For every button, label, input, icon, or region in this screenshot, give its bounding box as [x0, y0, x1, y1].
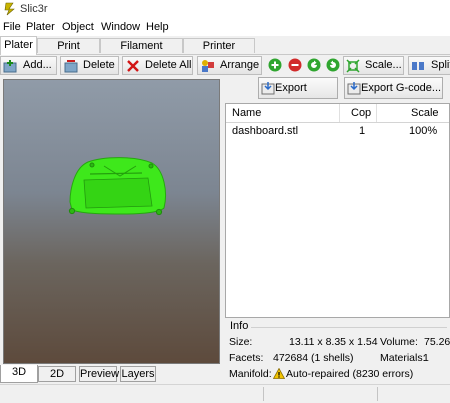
info-divider [251, 327, 447, 328]
plater-toolbar: Add... Delete Delete All Arrange Scale..… [0, 55, 450, 77]
arrange-label: Arrange [220, 59, 260, 71]
arrange-icon [202, 60, 214, 72]
materials-value: 1 [423, 352, 429, 364]
tab-plater[interactable]: Plater [0, 36, 37, 55]
model-mount-hole [155, 208, 163, 216]
main-tabs: Plater Print Settings Filament Settings … [0, 36, 450, 67]
slic3r-logo-icon [4, 2, 15, 16]
column-name[interactable]: Name [232, 107, 261, 119]
manifold-value: Auto-repaired (8230 errors) [286, 368, 414, 380]
volume-label: Volume: [380, 336, 418, 348]
info-panel: Info Size: 13.11 x 8.35 x 1.54 Volume: 7… [225, 318, 450, 384]
split-icon [412, 62, 424, 70]
warning-icon [273, 368, 285, 379]
tab-filament-settings[interactable]: Filament Settings [100, 38, 183, 67]
scale-icon [346, 59, 360, 73]
menu-window[interactable]: Window [101, 21, 140, 33]
export-gcode-button[interactable]: Export G-code... [344, 77, 443, 99]
split-label: Split [431, 59, 450, 71]
tab-3d[interactable]: 3D [0, 365, 38, 383]
increase-copies-icon[interactable] [268, 58, 282, 72]
list-item[interactable]: dashboard.stl 1 100% [226, 123, 449, 140]
menu-object[interactable]: Object [62, 21, 94, 33]
menu-bar: File Plater Object Window Help [0, 18, 450, 36]
delete-all-button[interactable]: Delete All [122, 56, 193, 75]
menu-file[interactable]: File [3, 21, 21, 33]
scale-label: Scale... [365, 59, 402, 71]
column-divider [376, 104, 377, 122]
column-copies[interactable]: Cop [351, 107, 371, 119]
status-bar [0, 384, 450, 403]
tab-2d[interactable]: 2D [38, 366, 76, 382]
menu-plater[interactable]: Plater [26, 21, 55, 33]
tab-layers[interactable]: Layers [120, 366, 156, 382]
size-value: 13.11 x 8.35 x 1.54 [289, 336, 378, 348]
arrange-button[interactable]: Arrange [197, 56, 262, 75]
status-divider [263, 387, 264, 401]
close-red-icon [127, 60, 139, 72]
manifold-label: Manifold: [229, 368, 272, 380]
add-icon [3, 60, 17, 73]
column-scale[interactable]: Scale [411, 107, 439, 119]
export-stl-icon [261, 82, 275, 95]
rotate-right-icon[interactable] [326, 58, 340, 72]
add-button[interactable]: Add... [0, 56, 57, 75]
object-list[interactable]: Name Cop Scale dashboard.stl 1 100% [225, 103, 450, 318]
object-list-header: Name Cop Scale [226, 104, 449, 123]
export-toolbar: Export STL... Export G-code... [224, 76, 450, 114]
object-copies: 1 [359, 125, 366, 137]
model-recess [83, 177, 153, 209]
tab-print-settings[interactable]: Print Settings [37, 38, 100, 67]
delete-object-icon [64, 60, 78, 73]
object-name: dashboard.stl [232, 125, 299, 137]
status-divider [377, 387, 378, 401]
3d-viewport[interactable] [3, 79, 220, 364]
volume-value: 75.26 [424, 336, 450, 348]
facets-label: Facets: [229, 352, 264, 364]
rotate-left-icon[interactable] [307, 58, 321, 72]
menu-help[interactable]: Help [146, 21, 169, 33]
materials-label: Materials: [380, 352, 426, 364]
decrease-copies-icon[interactable] [288, 58, 302, 72]
object-scale: 100% [409, 125, 438, 137]
facets-value: 472684 (1 shells) [273, 352, 354, 364]
tab-printer-settings[interactable]: Printer Settings [183, 38, 255, 67]
model-mount-hole [148, 163, 154, 169]
split-button[interactable]: Split [408, 56, 450, 75]
delete-label: Delete [83, 59, 115, 71]
info-title: Info [230, 320, 249, 332]
export-gcode-icon [347, 82, 361, 95]
model-mount-hole [89, 162, 95, 168]
export-gcode-label: Export G-code... [361, 82, 442, 94]
view-tabs: 3D 2D Preview Layers [0, 365, 222, 383]
scale-button[interactable]: Scale... [343, 56, 404, 75]
column-divider [339, 104, 340, 122]
delete-all-label: Delete All [145, 59, 192, 71]
model-canvas [68, 157, 166, 216]
add-label: Add... [23, 59, 52, 71]
delete-button[interactable]: Delete [60, 56, 119, 75]
title-bar: Slic3r [0, 0, 450, 18]
size-label: Size: [229, 336, 253, 348]
tab-preview[interactable]: Preview [79, 366, 119, 382]
window-title: Slic3r [20, 3, 48, 15]
model-mount-hole [68, 207, 76, 215]
export-stl-button[interactable]: Export STL... [258, 77, 338, 114]
